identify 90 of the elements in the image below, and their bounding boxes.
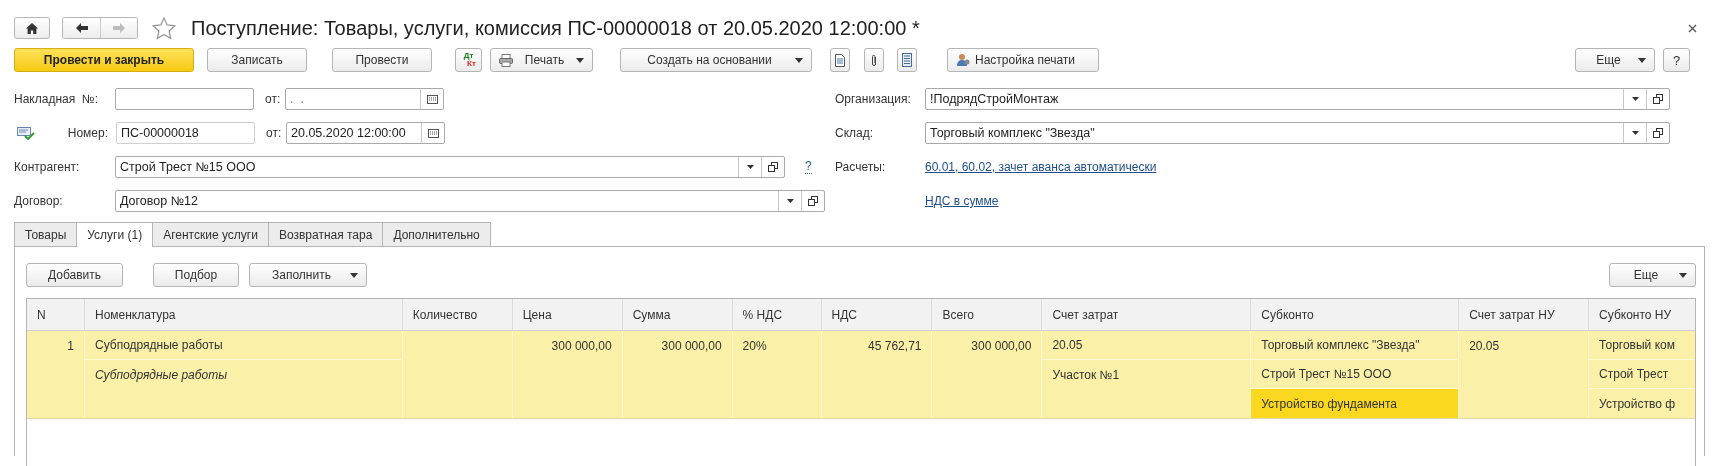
help-link[interactable]: ? [805, 160, 812, 174]
tab[interactable]: Товары [14, 222, 78, 246]
list-icon [902, 53, 912, 67]
table-cell: 300 000,00 [661, 339, 722, 353]
field-label: Расчеты: [835, 160, 887, 174]
tab[interactable]: Услуги (1) [76, 222, 154, 247]
column-header[interactable]: % НДС [742, 307, 783, 322]
post-and-close-button[interactable]: Провести и закрыть [14, 48, 194, 72]
toolbar-menu-button[interactable]: Создать на основании [620, 48, 812, 72]
table-cell: 300 000,00 [551, 339, 612, 353]
debit-credit-button[interactable]: Дт Кт [455, 48, 482, 72]
column-header[interactable]: Субконто [1261, 307, 1314, 322]
column-header[interactable]: Номенклатура [94, 307, 176, 322]
back-button[interactable] [63, 18, 100, 38]
help-button[interactable]: ? [1663, 48, 1690, 72]
forward-arrow-icon [113, 23, 125, 33]
column-header[interactable]: Счет затрат [1052, 307, 1119, 322]
table-cell: Строй Трест [1599, 367, 1669, 381]
back-arrow-icon [75, 23, 88, 33]
settlements-link[interactable]: 60.01, 60.02, зачет аванса автоматически [925, 160, 1157, 174]
field-label: Склад: [835, 126, 875, 140]
window-title: Поступление: Товары, услуги, комиссия ПС-00000018 от 20.05.2020 12:00:00 * [191, 16, 920, 40]
close-icon[interactable] [1688, 23, 1697, 33]
table-cell: 20.05 [1469, 339, 1500, 353]
column-header[interactable]: Сумма [632, 307, 671, 322]
field-label: Организация: [835, 92, 912, 106]
column-header[interactable]: Субконто НУ [1599, 307, 1672, 322]
list-button[interactable] [897, 48, 917, 72]
table-cell: Торговый комплекс "Звезда" [1261, 338, 1420, 352]
table-cell: Строй Трест №15 ООО [1261, 367, 1392, 381]
attachment-button[interactable] [864, 48, 884, 72]
column-header[interactable]: Счет затрат НУ [1469, 307, 1555, 322]
date-field[interactable]: . . [285, 88, 444, 110]
date-field[interactable]: 20.05.2020 12:00:00 [286, 122, 445, 144]
document-icon [835, 53, 845, 67]
column-header[interactable]: N [37, 307, 46, 322]
toolbar-button[interactable]: Настройка печати [947, 48, 1099, 72]
column-header[interactable]: Количество [412, 307, 478, 322]
field-label: от: [266, 126, 283, 140]
caret-icon [1638, 57, 1646, 63]
caret-icon [795, 57, 803, 63]
home-icon [26, 22, 38, 34]
table-toolbar-button[interactable]: Добавить [26, 263, 123, 287]
toolbar-button[interactable]: Провести [332, 48, 432, 72]
column-header[interactable]: Всего [942, 307, 974, 322]
tab[interactable]: Возвратная тара [267, 222, 384, 246]
invoice-number-field[interactable] [115, 88, 254, 110]
caret-icon [576, 57, 584, 63]
table-cell: Устройство ф [1599, 397, 1676, 411]
document-button[interactable] [830, 48, 850, 72]
table-cell: Субподрядные работы [94, 368, 228, 382]
table-row[interactable] [27, 331, 1695, 419]
home-button[interactable] [14, 17, 50, 39]
table-cell: 20% [742, 339, 767, 353]
table-cell: Устройство фундамента [1261, 397, 1398, 411]
printer-icon [499, 53, 513, 67]
field-label: от: [265, 92, 282, 106]
field-label: Контрагент: [14, 160, 81, 174]
column-header[interactable]: НДС [831, 307, 857, 322]
caret-icon [1679, 272, 1687, 278]
toolbar-menu-button[interactable]: Печать [490, 48, 593, 72]
table-cell: 1 [67, 339, 74, 353]
field-label: Номер: [66, 126, 109, 140]
contract-field[interactable]: Договор №12 [115, 190, 825, 212]
organization-field[interactable]: !ПодрядСтройМонтаж [925, 88, 1670, 110]
field-label: Накладная №: [14, 92, 100, 106]
table-toolbar-button[interactable]: Подбор [153, 263, 239, 287]
table-cell: 300 000,00 [971, 339, 1032, 353]
document-number-field[interactable]: ПС-00000018 [116, 122, 255, 144]
tab[interactable]: Агентские услуги [152, 222, 269, 246]
table-cell: Торговый ком [1599, 338, 1675, 352]
toolbar-button[interactable]: Записать [207, 48, 307, 72]
table-cell: Субподрядные работы [94, 338, 223, 352]
table-cell: Участок №1 [1052, 368, 1120, 382]
tab[interactable]: Дополнительно [382, 222, 491, 246]
counterparty-field[interactable]: Строй Трест №15 ООО [115, 156, 785, 178]
vat-link[interactable]: НДС в сумме [925, 194, 999, 208]
warehouse-field[interactable]: Торговый комплекс "Звезда" [925, 122, 1670, 144]
star-icon[interactable] [152, 16, 176, 40]
more-menu-button[interactable]: Еще [1575, 48, 1655, 72]
person-icon [956, 53, 970, 67]
table-cell: 45 762,71 [868, 339, 922, 353]
posted-document-icon [17, 126, 35, 140]
fill-menu-button[interactable]: Заполнить [249, 263, 367, 287]
paperclip-icon [871, 53, 877, 67]
more-menu-button[interactable]: Еще [1609, 263, 1696, 287]
table-cell: 20.05 [1052, 338, 1083, 352]
caret-icon [350, 272, 358, 278]
column-header[interactable]: Цена [522, 307, 552, 322]
field-label: Договор: [14, 194, 64, 208]
